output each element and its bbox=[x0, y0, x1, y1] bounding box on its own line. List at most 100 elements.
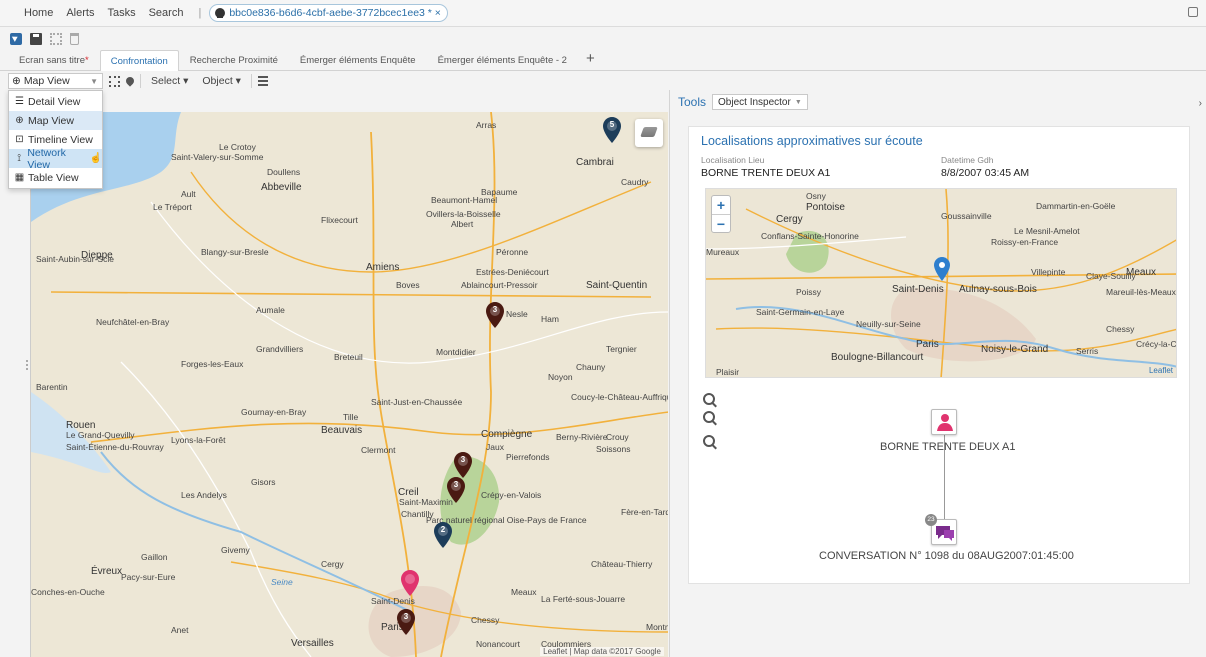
map-place-label: Doullens bbox=[267, 167, 301, 177]
icon-toolbar bbox=[0, 28, 1206, 50]
list-lines-icon[interactable] bbox=[257, 76, 268, 86]
map-place-label: Coucy-le-Château-Auffrique bbox=[571, 392, 668, 402]
layout-grid-icon[interactable] bbox=[50, 33, 62, 45]
map-marker[interactable]: 3 bbox=[397, 609, 415, 635]
document-tab[interactable]: bbc0e836-b6d6-4cbf-aebe-3772bcec1ee3 * × bbox=[209, 4, 448, 22]
field-value-datetime: 8/8/2007 03:45 AM bbox=[941, 167, 1030, 179]
resize-grip-icon[interactable] bbox=[26, 360, 28, 370]
globe-icon: ⊕ bbox=[12, 75, 21, 87]
field-label-localisation: Localisation Lieu bbox=[701, 155, 765, 165]
network-node-person[interactable] bbox=[931, 409, 957, 435]
view-selector[interactable]: ⊕ Map View ▼ bbox=[8, 73, 103, 89]
main-map[interactable]: Arras Le Crotoy Saint-Valery-sur-Somme Doul… bbox=[30, 112, 668, 657]
mini-map-place-label: Crécy-la-Ch bbox=[1136, 339, 1177, 349]
map-place-label: Tergnier bbox=[606, 344, 637, 354]
node-count-badge: 23 bbox=[925, 514, 937, 526]
toolbar-divider bbox=[250, 74, 252, 88]
tab-emerger-elements-2[interactable]: Émerger éléments Enquête - 2 bbox=[427, 50, 578, 70]
tab-emerger-elements[interactable]: Émerger éléments Enquête bbox=[289, 50, 427, 70]
top-menu-bar: Home Alerts Tasks Search | bbc0e836-b6d6… bbox=[0, 0, 1206, 27]
menu-item-map-view[interactable]: ⊕ Map View bbox=[9, 111, 102, 130]
marker-count: 3 bbox=[453, 480, 459, 489]
map-marker[interactable]: 3 bbox=[447, 477, 465, 503]
mini-map-place-label: Neuilly-sur-Seine bbox=[856, 319, 921, 329]
tab-ecran-sans-titre[interactable]: Ecran sans titre * bbox=[8, 50, 100, 70]
zoom-out-icon[interactable] bbox=[703, 411, 715, 423]
marker-count: 2 bbox=[440, 525, 446, 534]
tab-dirty-mark: * bbox=[85, 55, 89, 66]
table-grid-icon[interactable] bbox=[109, 75, 120, 87]
marker-count: 3 bbox=[403, 612, 409, 621]
map-marker[interactable]: 3 bbox=[486, 302, 504, 328]
select-cursor-icon[interactable] bbox=[10, 33, 22, 45]
map-place-label: Saint-Étienne-du-Rouvray bbox=[66, 442, 164, 452]
fit-view-icon[interactable] bbox=[703, 435, 715, 447]
mini-map-place-label: Boulogne-Billancourt bbox=[831, 352, 924, 363]
map-place-label: Aumale bbox=[256, 305, 285, 315]
object-inspector-dropdown[interactable]: Object Inspector ▼ bbox=[712, 94, 808, 110]
view-menu: ☰ Detail View ⊕ Map View ⊡ Timeline View… bbox=[8, 90, 103, 189]
map-place-label: Soissons bbox=[596, 444, 631, 454]
document-tab-title: bbc0e836-b6d6-4cbf-aebe-3772bcec1ee3 * × bbox=[229, 7, 441, 19]
map-place-label: Montdidier bbox=[436, 347, 476, 357]
map-place-label: Ablaincourt-Pressoir bbox=[461, 280, 538, 290]
mini-map-place-label: Aulnay-sous-Bois bbox=[959, 284, 1037, 295]
menu-search[interactable]: Search bbox=[149, 7, 184, 19]
map-place-label: Péronne bbox=[496, 247, 529, 257]
menu-item-network-view[interactable]: ⟟ Network View ☝ bbox=[9, 147, 102, 171]
map-attribution: Leaflet | Map data ©2017 Google bbox=[540, 647, 664, 656]
location-mini-map[interactable]: Osny Pontoise Cergy Goussainville Dammartin-… bbox=[705, 188, 1177, 378]
zoom-out-button[interactable]: − bbox=[712, 214, 730, 232]
object-dropdown-label: Object bbox=[202, 75, 233, 87]
trash-icon[interactable] bbox=[70, 33, 79, 45]
menu-alerts[interactable]: Alerts bbox=[66, 7, 94, 19]
save-icon[interactable] bbox=[30, 33, 42, 45]
map-place-label: Le Crotoy bbox=[219, 142, 256, 152]
timeline-view-icon: ⊡ bbox=[15, 134, 24, 145]
map-place-label: Les Andelys bbox=[181, 490, 227, 500]
collapse-panel-icon[interactable]: › bbox=[1199, 98, 1202, 109]
location-pin-icon[interactable] bbox=[934, 257, 950, 281]
map-place-label: La Ferté-sous-Jouarre bbox=[541, 594, 626, 604]
map-marker[interactable]: 5 bbox=[603, 117, 621, 143]
tab-confrontation[interactable]: Confrontation bbox=[99, 50, 179, 71]
person-icon bbox=[937, 414, 953, 431]
mini-map-place-label: Paris bbox=[916, 339, 939, 350]
object-dropdown[interactable]: Object ▾ bbox=[198, 75, 245, 87]
map-place-label: Saint-Valery-sur-Somme bbox=[171, 152, 264, 162]
map-pin-icon[interactable] bbox=[124, 75, 136, 87]
mini-map-place-label: Le Mesnil-Amelot bbox=[1014, 226, 1080, 236]
tab-label: Confrontation bbox=[110, 56, 168, 67]
menu-home[interactable]: Home bbox=[24, 7, 53, 19]
mini-map-place-label: Serris bbox=[1076, 346, 1099, 356]
map-place-label: Seine bbox=[271, 577, 293, 587]
map-place-label: Beaumont-Hamel bbox=[431, 195, 498, 205]
map-marker[interactable]: 2 bbox=[434, 522, 452, 548]
zoom-in-button[interactable]: + bbox=[712, 196, 730, 214]
mini-map-place-label: Osny bbox=[806, 191, 826, 201]
mini-map-place-label: Villepinte bbox=[1031, 267, 1066, 277]
map-place-label: Cergy bbox=[321, 559, 344, 569]
mini-map-place-label: Roissy-en-France bbox=[991, 237, 1059, 247]
map-marker[interactable] bbox=[401, 570, 419, 596]
menu-item-table-view[interactable]: ▦ Table View bbox=[9, 168, 102, 187]
menu-item-label: Table View bbox=[28, 171, 79, 184]
tab-recherche-proximite[interactable]: Recherche Proximité bbox=[179, 50, 289, 70]
view-toolbar: ⊕ Map View ▼ Select ▾ Object ▾ bbox=[0, 72, 668, 90]
map-place-label: Saint-Just-en-Chaussée bbox=[371, 397, 463, 407]
mini-map-attribution[interactable]: Leaflet bbox=[1149, 366, 1173, 375]
select-dropdown-label: Select bbox=[151, 75, 181, 87]
mini-map-place-label: Claye-Souilly bbox=[1086, 271, 1136, 281]
menu-tasks[interactable]: Tasks bbox=[107, 7, 135, 19]
add-tab-button[interactable]: + bbox=[578, 50, 605, 70]
restore-window-icon[interactable] bbox=[1188, 7, 1198, 17]
map-marker[interactable]: 3 bbox=[454, 452, 472, 478]
layers-button[interactable] bbox=[635, 119, 663, 147]
detail-view-icon: ☰ bbox=[15, 96, 24, 107]
menu-item-detail-view[interactable]: ☰ Detail View bbox=[9, 92, 102, 111]
zoom-in-icon[interactable] bbox=[703, 393, 715, 405]
card-title: Localisations approximatives sur écoute bbox=[701, 134, 923, 148]
select-dropdown[interactable]: Select ▾ bbox=[147, 75, 192, 87]
mini-map-place-label: Poissy bbox=[796, 287, 822, 297]
mini-map-place-label: Chessy bbox=[1106, 324, 1135, 334]
